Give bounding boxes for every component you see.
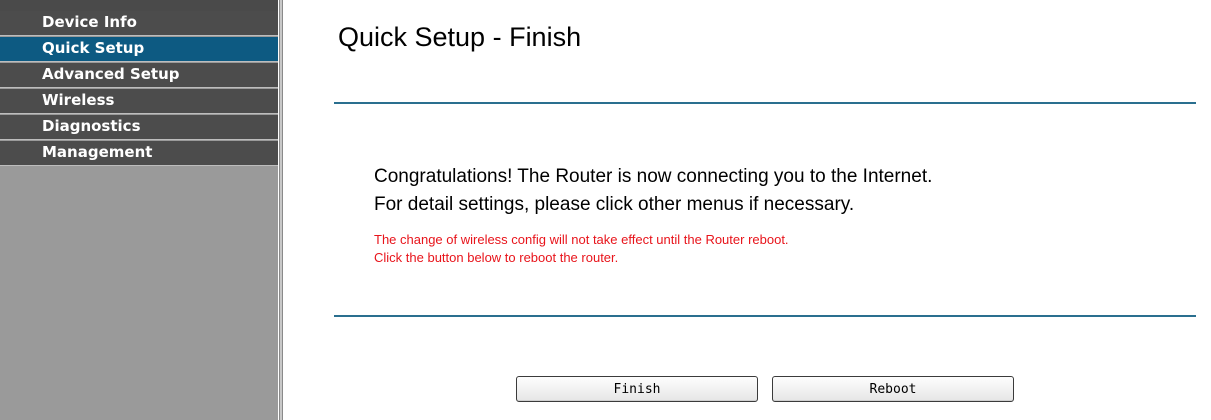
divider-top: [334, 102, 1196, 104]
sidebar-item-advanced-setup[interactable]: Advanced Setup: [0, 63, 278, 88]
frame-divider[interactable]: [279, 0, 283, 420]
sidebar-item-diagnostics[interactable]: Diagnostics: [0, 115, 278, 140]
sidebar-item-management[interactable]: Management: [0, 141, 278, 166]
sidebar-top-strip: [0, 0, 278, 11]
congratulations-message: Congratulations! The Router is now conne…: [374, 166, 933, 187]
sidebar-item-wireless[interactable]: Wireless: [0, 89, 278, 114]
sidebar: Device Info Quick Setup Advanced Setup W…: [0, 0, 278, 420]
router-admin-page: Device Info Quick Setup Advanced Setup W…: [0, 0, 1211, 420]
reboot-button[interactable]: Reboot: [772, 376, 1014, 402]
sidebar-nav: Device Info Quick Setup Advanced Setup W…: [0, 11, 278, 167]
reboot-instruction: Click the button below to reboot the rou…: [374, 250, 619, 265]
page-title: Quick Setup - Finish: [338, 22, 582, 52]
finish-button[interactable]: Finish: [516, 376, 758, 402]
sidebar-item-device-info[interactable]: Device Info: [0, 11, 278, 36]
detail-settings-message: For detail settings, please click other …: [374, 194, 855, 215]
reboot-warning: The change of wireless config will not t…: [374, 232, 789, 247]
main-content: Quick Setup - Finish Congratulations! Th…: [284, 0, 1211, 420]
sidebar-item-quick-setup[interactable]: Quick Setup: [0, 37, 278, 62]
divider-bottom: [334, 315, 1196, 317]
